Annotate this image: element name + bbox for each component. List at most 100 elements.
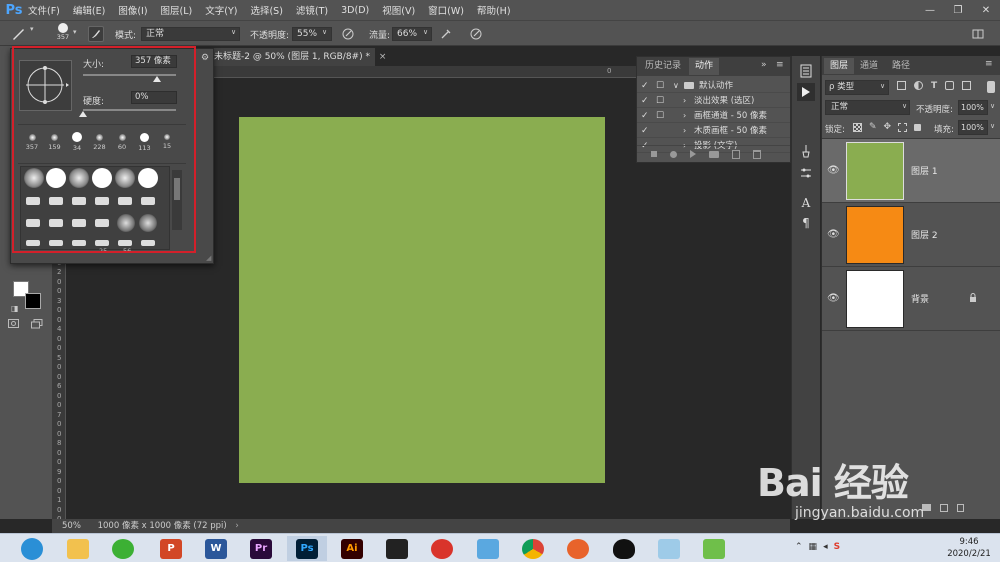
default-colors-icon[interactable]: ◨	[11, 304, 19, 313]
close-button[interactable]: ✕	[972, 0, 1000, 20]
menu-file[interactable]: 文件(F)	[28, 3, 60, 17]
layer-row[interactable]: 👁 图层 1	[822, 139, 1000, 203]
adjustment-filter-icon[interactable]	[914, 81, 923, 90]
filter-toggle-icon[interactable]	[987, 81, 995, 93]
adjustments-icon[interactable]	[797, 164, 815, 182]
dialog-toggle[interactable]: ☐	[656, 79, 664, 93]
chevron-right-icon[interactable]: ›	[235, 521, 238, 531]
lock-transparent-icon[interactable]	[853, 122, 862, 132]
menu-type[interactable]: 文字(Y)	[205, 3, 237, 17]
action-row[interactable]: ✓ ☐ › 淡出效果 (选区)	[637, 94, 790, 108]
taskbar-app-maps[interactable]	[422, 536, 462, 561]
workspace-switcher-icon[interactable]	[970, 26, 986, 42]
new-layer-icon[interactable]	[940, 504, 948, 512]
action-checkbox[interactable]: ✓	[641, 94, 649, 108]
taskbar-app-qq[interactable]	[604, 536, 644, 561]
blend-mode-dropdown[interactable]: 正常	[825, 100, 910, 115]
document-tab[interactable]: 未标题-2 @ 50% (图层 1, RGB/8#) * ×	[210, 48, 386, 66]
taskbar-app-word[interactable]: W	[196, 536, 236, 561]
minimize-button[interactable]: —	[916, 0, 944, 20]
quick-mask-icon[interactable]	[8, 319, 19, 328]
network-icon[interactable]: ▦	[809, 542, 818, 552]
menu-help[interactable]: 帮助(H)	[477, 3, 511, 17]
menu-edit[interactable]: 编辑(E)	[73, 3, 105, 17]
brush-panel-toggle-icon[interactable]	[88, 26, 104, 42]
trash-icon[interactable]	[957, 504, 964, 512]
volume-icon[interactable]: ◂	[823, 542, 828, 552]
lock-position-icon[interactable]: ✥	[884, 122, 892, 132]
action-checkbox[interactable]: ✓	[641, 109, 649, 123]
menu-select[interactable]: 选择(S)	[250, 3, 282, 17]
play-icon[interactable]	[690, 150, 696, 158]
menu-layer[interactable]: 图层(L)	[161, 3, 193, 17]
screen-mode-icon[interactable]	[31, 319, 43, 329]
clock[interactable]: 9:46 2020/2/21	[945, 536, 993, 560]
trash-icon[interactable]	[753, 149, 761, 159]
panel-menu-icon[interactable]: ≡	[776, 60, 784, 70]
actions-panel-icon[interactable]	[797, 83, 815, 101]
lock-artboard-icon[interactable]	[898, 122, 908, 132]
brush-preset-picker[interactable]: 357	[54, 23, 72, 43]
eye-icon[interactable]: 👁	[827, 229, 840, 240]
action-checkbox[interactable]: ✓	[641, 124, 649, 138]
smart-object-filter-icon[interactable]	[962, 81, 972, 90]
expand-icon[interactable]: ›	[683, 94, 686, 108]
action-row[interactable]: ✓ ☐ › 画框通道 - 50 像素	[637, 109, 790, 123]
taskbar-app-explorer[interactable]	[58, 536, 98, 561]
restore-button[interactable]: ❐	[944, 0, 972, 20]
lock-pixels-icon[interactable]: ✎	[869, 122, 877, 132]
layer-row[interactable]: 👁 背景	[822, 267, 1000, 331]
background-color-swatch[interactable]	[25, 293, 41, 309]
character-panel-icon[interactable]: A	[797, 194, 815, 212]
action-row[interactable]: ✓ › 木质画框 - 50 像素	[637, 124, 790, 138]
taskbar-app-pet[interactable]	[468, 536, 508, 561]
taskbar-app-powerpoint[interactable]: P	[151, 536, 191, 561]
lock-all-icon[interactable]	[914, 123, 922, 131]
paragraph-panel-icon[interactable]: ¶	[797, 214, 815, 232]
zoom-level[interactable]: 50%	[62, 521, 81, 531]
eye-icon[interactable]: 👁	[827, 293, 840, 304]
shape-filter-icon[interactable]	[945, 81, 955, 90]
chevron-down-icon[interactable]: ▾	[73, 28, 77, 36]
action-row[interactable]: ✓ ☐ ∨ 默认动作	[637, 79, 790, 93]
fill-input[interactable]: 100%	[958, 120, 988, 135]
pixel-filter-icon[interactable]	[897, 81, 906, 90]
taskbar-app-video[interactable]	[377, 536, 417, 561]
folder-icon[interactable]	[709, 150, 719, 158]
history-panel-icon[interactable]	[797, 62, 815, 80]
gear-icon[interactable]: ⚙	[201, 53, 209, 63]
panel-menu-icon[interactable]: ≡	[985, 59, 993, 69]
taskbar-app-generic[interactable]	[694, 536, 734, 561]
tab-actions[interactable]: 动作	[689, 58, 720, 75]
taskbar-app-safari-like[interactable]	[12, 536, 52, 561]
close-tab-icon[interactable]: ×	[379, 52, 387, 62]
tab-layers[interactable]: 图层	[824, 58, 855, 74]
taskbar-app-wechat[interactable]	[103, 536, 143, 561]
tab-paths[interactable]: 路径	[886, 58, 916, 74]
input-method-icon[interactable]: S	[834, 542, 840, 552]
collapse-icon[interactable]: »	[761, 60, 767, 70]
mode-dropdown[interactable]: 正常	[141, 27, 240, 41]
resize-grip-icon[interactable]: ◢	[206, 254, 211, 262]
pressure-opacity-icon[interactable]	[340, 26, 356, 42]
menu-image[interactable]: 图像(I)	[118, 3, 147, 17]
brush-settings-icon[interactable]	[797, 142, 815, 160]
layer-name[interactable]: 图层 2	[911, 228, 938, 241]
dialog-toggle[interactable]: ☐	[656, 94, 664, 108]
tab-history[interactable]: 历史记录	[639, 58, 687, 75]
tab-channels[interactable]: 通道	[854, 58, 884, 74]
menu-window[interactable]: 窗口(W)	[428, 3, 464, 17]
taskbar-app-chrome[interactable]	[513, 536, 553, 561]
chevron-up-icon[interactable]: ⌃	[795, 542, 803, 552]
action-checkbox[interactable]: ✓	[641, 79, 649, 93]
expand-icon[interactable]: ›	[683, 109, 686, 123]
pressure-size-icon[interactable]	[468, 26, 484, 42]
layer-row[interactable]: 👁 图层 2	[822, 203, 1000, 267]
dialog-toggle[interactable]: ☐	[656, 109, 664, 123]
canvas-document[interactable]	[239, 117, 605, 483]
expand-icon[interactable]: ›	[683, 124, 686, 138]
taskbar-app-premiere[interactable]: Pr	[241, 536, 281, 561]
airbrush-icon[interactable]	[438, 26, 454, 42]
eye-icon[interactable]: 👁	[827, 165, 840, 176]
brush-tool-icon[interactable]	[10, 26, 26, 42]
